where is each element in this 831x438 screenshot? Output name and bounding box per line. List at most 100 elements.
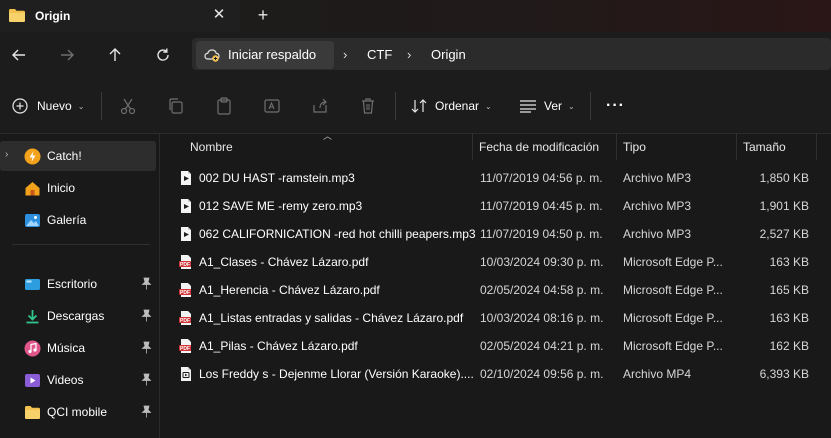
tab-title: Origin [35, 9, 71, 23]
toolbar-divider [395, 92, 396, 120]
sidebar-item-label: Galería [47, 213, 87, 227]
column-divider[interactable] [736, 134, 737, 160]
more-options-button[interactable]: ··· [606, 96, 625, 116]
column-header-name[interactable]: Nombre [190, 140, 233, 154]
file-type: Archivo MP3 [623, 199, 692, 213]
gallery-icon [25, 214, 40, 227]
sidebar-item-escritorio[interactable]: Escritorio [0, 269, 156, 299]
table-row[interactable]: PDF A1_Herencia - Chávez Lázaro.pdf 02/0… [172, 276, 817, 304]
file-type: Archivo MP4 [623, 367, 692, 381]
column-header-size[interactable]: Tamaño [743, 140, 786, 154]
file-size: 163 KB [769, 311, 809, 325]
table-row[interactable]: 002 DU HAST -ramstein.mp3 11/07/2019 04:… [172, 164, 817, 192]
pin-icon[interactable] [141, 405, 152, 418]
file-name: A1_Herencia - Chávez Lázaro.pdf [199, 283, 380, 297]
file-size: 165 KB [769, 283, 809, 297]
sidebar-item-label: Música [47, 341, 86, 355]
svg-text:PDF: PDF [180, 290, 190, 296]
file-name: A1_Clases - Chávez Lázaro.pdf [199, 255, 369, 269]
sort-label: Ordenar [435, 99, 480, 113]
svg-text:PDF: PDF [180, 346, 190, 352]
file-size: 163 KB [769, 255, 809, 269]
bolt-icon [24, 148, 41, 165]
share-icon[interactable] [310, 96, 330, 116]
pdf-file-icon: PDF [179, 311, 191, 325]
sidebar-item-label: Escritorio [47, 277, 98, 291]
column-divider[interactable] [616, 134, 617, 160]
table-row[interactable]: 012 SAVE ME -remy zero.mp3 11/07/2019 04… [172, 192, 817, 220]
sort-ascending-icon: ︿ [323, 131, 333, 141]
sidebar-item-catch[interactable]: › Catch! [0, 141, 156, 171]
svg-text:PDF: PDF [180, 262, 190, 268]
more-icon: ··· [606, 97, 625, 114]
sidebar-item-musica[interactable]: Música [0, 333, 156, 363]
sidebar-item-descargas[interactable]: Descargas [0, 301, 156, 331]
sidebar-item-inicio[interactable]: Inicio [0, 173, 156, 203]
paste-icon[interactable] [214, 96, 234, 116]
sidebar-item-label: Videos [47, 373, 84, 387]
file-name: Los Freddy s - Dejenme Llorar (Versión K… [199, 367, 474, 381]
column-divider[interactable] [472, 134, 473, 160]
sidebar-item-label: Catch! [47, 149, 82, 163]
sidebar-item-label: Inicio [47, 181, 76, 195]
file-date: 10/03/2024 08:16 p. m. [480, 311, 604, 325]
delete-icon[interactable] [358, 96, 378, 116]
audio-file-icon [181, 199, 191, 213]
pin-icon[interactable] [141, 277, 152, 290]
file-size: 162 KB [769, 339, 809, 353]
new-tab-button[interactable]: + [254, 5, 272, 25]
table-row[interactable]: 062 CALIFORNICATION -red hot chilli peap… [172, 220, 817, 248]
arrow-right-icon[interactable] [57, 45, 77, 65]
column-header-type[interactable]: Tipo [623, 140, 646, 154]
rename-icon[interactable] [262, 96, 282, 116]
file-type: Archivo MP3 [623, 227, 692, 241]
new-button[interactable]: Nuevo ⌄ [12, 96, 84, 116]
file-date: 10/03/2024 09:30 p. m. [480, 255, 604, 269]
column-header-date[interactable]: Fecha de modificación [479, 140, 599, 154]
file-date: 02/05/2024 04:58 p. m. [480, 283, 604, 297]
breadcrumb-ctf[interactable]: CTF [367, 47, 392, 62]
close-tab-icon[interactable]: ✕ [211, 6, 227, 24]
new-label: Nuevo [37, 99, 72, 113]
chevron-right-icon[interactable]: › [5, 149, 8, 160]
download-icon [26, 310, 39, 324]
column-divider[interactable] [816, 134, 817, 160]
file-type: Microsoft Edge P... [623, 255, 723, 269]
music-icon [24, 340, 41, 357]
toolbar-divider [101, 92, 102, 120]
arrow-up-icon[interactable] [105, 45, 125, 65]
cut-icon[interactable] [118, 96, 138, 116]
table-row[interactable]: PDF A1_Listas entradas y salidas - Cháve… [172, 304, 817, 332]
backup-button[interactable]: Iniciar respaldo [196, 41, 334, 69]
table-row[interactable]: PDF A1_Clases - Chávez Lázaro.pdf 10/03/… [172, 248, 817, 276]
file-type: Microsoft Edge P... [623, 311, 723, 325]
arrow-left-icon[interactable] [9, 45, 29, 65]
video-icon [25, 374, 40, 387]
file-name: A1_Listas entradas y salidas - Chávez Lá… [199, 311, 464, 325]
svg-text:PDF: PDF [180, 318, 190, 324]
desktop-icon [25, 279, 40, 290]
pin-icon[interactable] [141, 309, 152, 322]
sidebar-divider [12, 244, 150, 245]
sidebar-item-galeria[interactable]: Galería [0, 205, 156, 235]
view-button[interactable]: Ver ⌄ [519, 96, 575, 116]
breadcrumb-origin[interactable]: Origin [431, 47, 466, 62]
pdf-file-icon: PDF [179, 339, 191, 353]
chevron-down-icon: ⌄ [77, 101, 85, 111]
refresh-icon[interactable] [153, 45, 173, 65]
table-row[interactable]: PDF A1_Pilas - Chávez Lázaro.pdf 02/05/2… [172, 332, 817, 360]
sort-button[interactable]: Ordenar ⌄ [411, 96, 492, 116]
sidebar-item-videos[interactable]: Videos [0, 365, 156, 395]
pin-icon[interactable] [141, 373, 152, 386]
copy-icon[interactable] [166, 96, 186, 116]
file-name: 062 CALIFORNICATION -red hot chilli peap… [199, 227, 476, 241]
pdf-file-icon: PDF [179, 283, 191, 297]
breadcrumb-separator[interactable]: › [343, 47, 347, 62]
toolbar-divider [590, 92, 591, 120]
pin-icon[interactable] [141, 341, 152, 354]
tab-origin[interactable]: Origin ✕ [0, 0, 240, 32]
sidebar-item-qci-mobile[interactable]: QCI mobile [0, 397, 156, 427]
breadcrumb-separator[interactable]: › [407, 47, 411, 62]
sort-icon [411, 99, 427, 113]
table-row[interactable]: Los Freddy s - Dejenme Llorar (Versión K… [172, 360, 817, 388]
